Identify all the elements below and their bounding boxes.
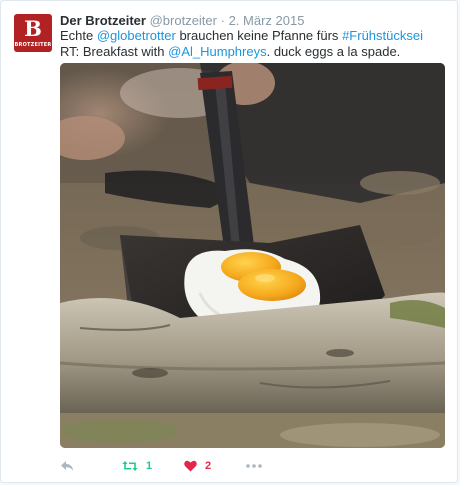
more-icon — [246, 464, 262, 468]
tweet-text-part: Echte — [60, 28, 97, 43]
tweet-text-part: RT: Breakfast with — [60, 44, 169, 59]
header-separator: · — [220, 13, 225, 28]
display-name[interactable]: Der Brotzeiter — [60, 13, 146, 28]
avatar[interactable]: B BROTZEITER — [14, 14, 52, 52]
reply-icon — [61, 461, 73, 471]
retweet-count: 1 — [146, 460, 153, 472]
mention-link-al-humphreys[interactable]: @Al_Humphreys — [168, 44, 266, 59]
photo-fried-eggs-on-spade — [60, 63, 445, 448]
tweet-card: B BROTZEITER Der Brotzeiter @brotzeiter … — [0, 0, 458, 483]
like-count: 2 — [205, 460, 212, 472]
tweet-text-part: . duck eggs a la spade. — [266, 44, 401, 59]
tweet-text-part: brauchen keine Pfanne fürs — [175, 28, 343, 43]
tweet-text: Echte @globetrotter brauchen keine Pfann… — [60, 28, 445, 60]
tweet-timestamp[interactable]: 2. März 2015 — [229, 13, 305, 28]
avatar-wordmark: BROTZEITER — [14, 41, 52, 48]
more-button[interactable] — [246, 456, 262, 476]
like-button[interactable]: 2 — [184, 456, 211, 476]
tweet-actions: 1 2 — [60, 456, 440, 476]
retweet-button[interactable]: 1 — [122, 456, 152, 476]
tweet-header: Der Brotzeiter @brotzeiter · 2. März 201… — [60, 13, 304, 29]
hashtag-link-fruehstuecksei[interactable]: #Frühstücksei — [342, 28, 423, 43]
retweet-icon — [122, 461, 138, 471]
avatar-letter: B — [24, 15, 42, 41]
heart-icon — [184, 460, 197, 472]
mention-link-globetrotter[interactable]: @globetrotter — [97, 28, 176, 43]
tweet-photo[interactable] — [60, 63, 445, 448]
user-handle[interactable]: @brotzeiter — [150, 13, 217, 28]
reply-button[interactable] — [60, 456, 74, 476]
